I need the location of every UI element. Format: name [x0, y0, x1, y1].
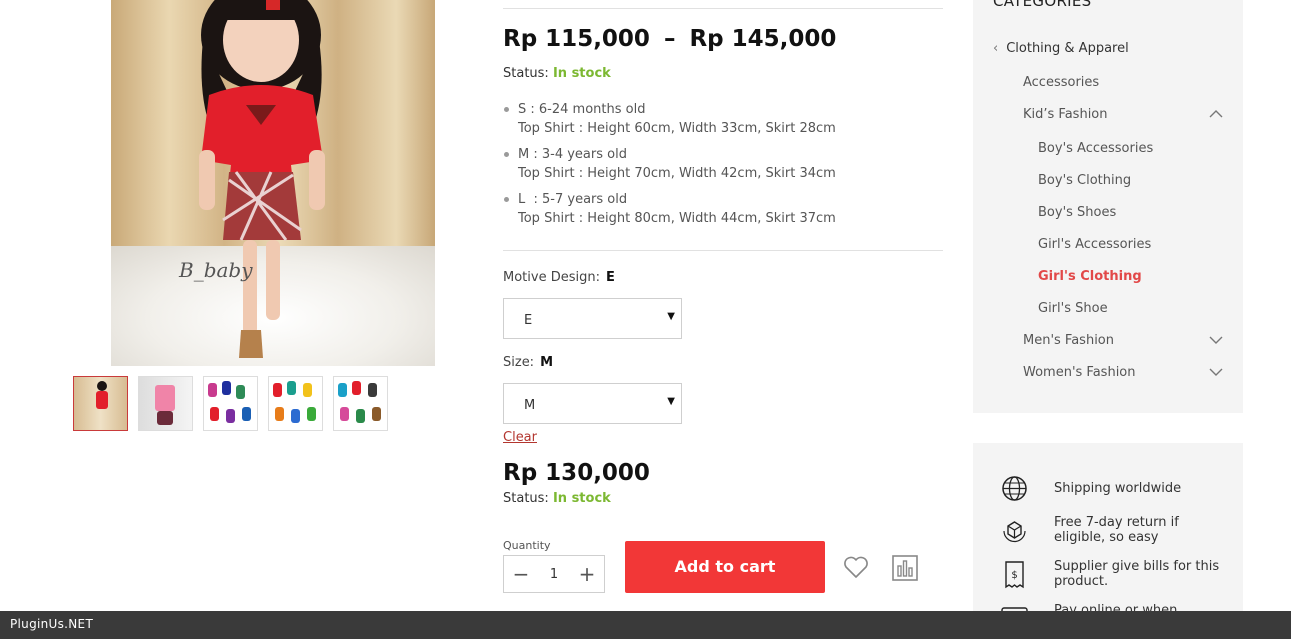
size-title: L : 5-7 years old	[518, 192, 628, 207]
chevron-down-icon[interactable]	[1208, 334, 1224, 346]
thumbnail-5[interactable]	[333, 376, 388, 431]
size-guide-list: S : 6-24 months old Top Shirt : Height 6…	[503, 100, 836, 235]
category-boys-accessories[interactable]: Boy's Accessories	[1038, 141, 1153, 156]
globe-icon	[1002, 476, 1027, 501]
category-womens-fashion[interactable]: Women's Fashion	[1023, 365, 1136, 380]
supplier-bills-text: Supplier give bills for this product.	[1054, 559, 1220, 589]
category-girls-clothing[interactable]: Girl's Clothing	[1038, 269, 1142, 284]
price-range: Rp 115,000– Rp 145,000	[503, 26, 836, 52]
size-label: Size: M	[503, 355, 553, 370]
category-girls-shoe[interactable]: Girl's Shoe	[1038, 301, 1108, 316]
category-girls-accessories[interactable]: Girl's Accessories	[1038, 237, 1151, 252]
divider-top	[503, 8, 943, 9]
heart-icon[interactable]	[842, 553, 870, 581]
size-selected-value: M	[540, 355, 554, 370]
footer-brand[interactable]: PluginUs.NET	[10, 617, 93, 631]
price-max: Rp 145,000	[689, 26, 837, 52]
size-title: S : 6-24 months old	[518, 102, 646, 117]
add-to-cart-button[interactable]: Add to cart	[625, 541, 825, 593]
motive-design-select[interactable]: E ▼	[503, 298, 682, 339]
box-return-icon	[1003, 521, 1026, 543]
category-parent-link[interactable]: ‹ Clothing & Apparel	[993, 41, 1129, 56]
dropdown-arrow-icon: ▼	[667, 396, 675, 407]
size-detail: Top Shirt : Height 60cm, Width 33cm, Ski…	[518, 121, 836, 136]
list-item: M : 3-4 years old Top Shirt : Height 70c…	[503, 145, 836, 183]
stock-status: Status: In stock	[503, 66, 611, 81]
size-label-text: Size:	[503, 355, 535, 370]
shipping-worldwide-text: Shipping worldwide	[1054, 481, 1182, 496]
chevron-left-icon: ‹	[993, 41, 999, 56]
compare-chart-icon[interactable]	[891, 554, 919, 582]
category-kids-fashion[interactable]: Kid’s Fashion	[1023, 107, 1108, 122]
child-photo	[199, 0, 325, 358]
quantity-input[interactable]: 1	[538, 567, 570, 582]
size-detail: Top Shirt : Height 80cm, Width 44cm, Ski…	[518, 211, 836, 226]
list-item: S : 6-24 months old Top Shirt : Height 6…	[503, 100, 836, 138]
free-return-text: Free 7-day return if eligible, so easy	[1054, 515, 1179, 545]
size-title: M : 3-4 years old	[518, 147, 627, 162]
clear-selection-link[interactable]: Clear	[503, 430, 537, 445]
category-accessories[interactable]: Accessories	[1023, 75, 1099, 90]
motive-selected-value: E	[605, 270, 615, 285]
category-parent-label: Clothing & Apparel	[1006, 41, 1129, 56]
motive-label-text: Motive Design:	[503, 270, 600, 285]
motive-design-label: Motive Design: E	[503, 270, 615, 285]
status-value: In stock	[552, 491, 611, 506]
status-label: Status:	[503, 66, 549, 81]
category-mens-fashion[interactable]: Men's Fashion	[1023, 333, 1114, 348]
thumbnail-4[interactable]	[268, 376, 323, 431]
thumbnail-3[interactable]	[203, 376, 258, 431]
receipt-icon: $	[1005, 561, 1024, 589]
variation-stock-status: Status: In stock	[503, 491, 611, 506]
size-select[interactable]: M ▼	[503, 383, 682, 424]
dropdown-arrow-icon: ▼	[667, 311, 675, 322]
quantity-label: Quantity	[503, 539, 551, 552]
motive-select-value: E	[524, 313, 533, 328]
photo-watermark: B_baby	[179, 258, 253, 282]
size-detail: Top Shirt : Height 70cm, Width 42cm, Ski…	[518, 166, 836, 181]
chevron-down-icon[interactable]	[1208, 366, 1224, 378]
footer-bar: PluginUs.NET	[0, 611, 1291, 639]
price-min: Rp 115,000	[503, 26, 650, 52]
increase-quantity-button[interactable]: +	[570, 556, 604, 592]
chevron-up-icon[interactable]	[1208, 108, 1224, 120]
divider-middle	[503, 250, 943, 251]
categories-title: CATEGORIES	[993, 0, 1092, 10]
product-main-image[interactable]: B_baby	[111, 0, 435, 366]
size-select-value: M	[524, 398, 536, 413]
status-label: Status:	[503, 491, 549, 506]
decrease-quantity-button[interactable]: −	[504, 556, 538, 592]
status-value: In stock	[552, 66, 611, 81]
variation-price: Rp 130,000	[503, 460, 650, 486]
price-range-dash: –	[663, 26, 676, 52]
quantity-stepper: − 1 +	[503, 555, 605, 593]
list-item: L : 5-7 years old Top Shirt : Height 80c…	[503, 190, 836, 228]
thumbnail-strip	[73, 376, 388, 431]
category-boys-clothing[interactable]: Boy's Clothing	[1038, 173, 1131, 188]
svg-text:$: $	[1011, 570, 1017, 581]
category-boys-shoes[interactable]: Boy's Shoes	[1038, 205, 1116, 220]
thumbnail-2[interactable]	[138, 376, 193, 431]
thumbnail-1[interactable]	[73, 376, 128, 431]
